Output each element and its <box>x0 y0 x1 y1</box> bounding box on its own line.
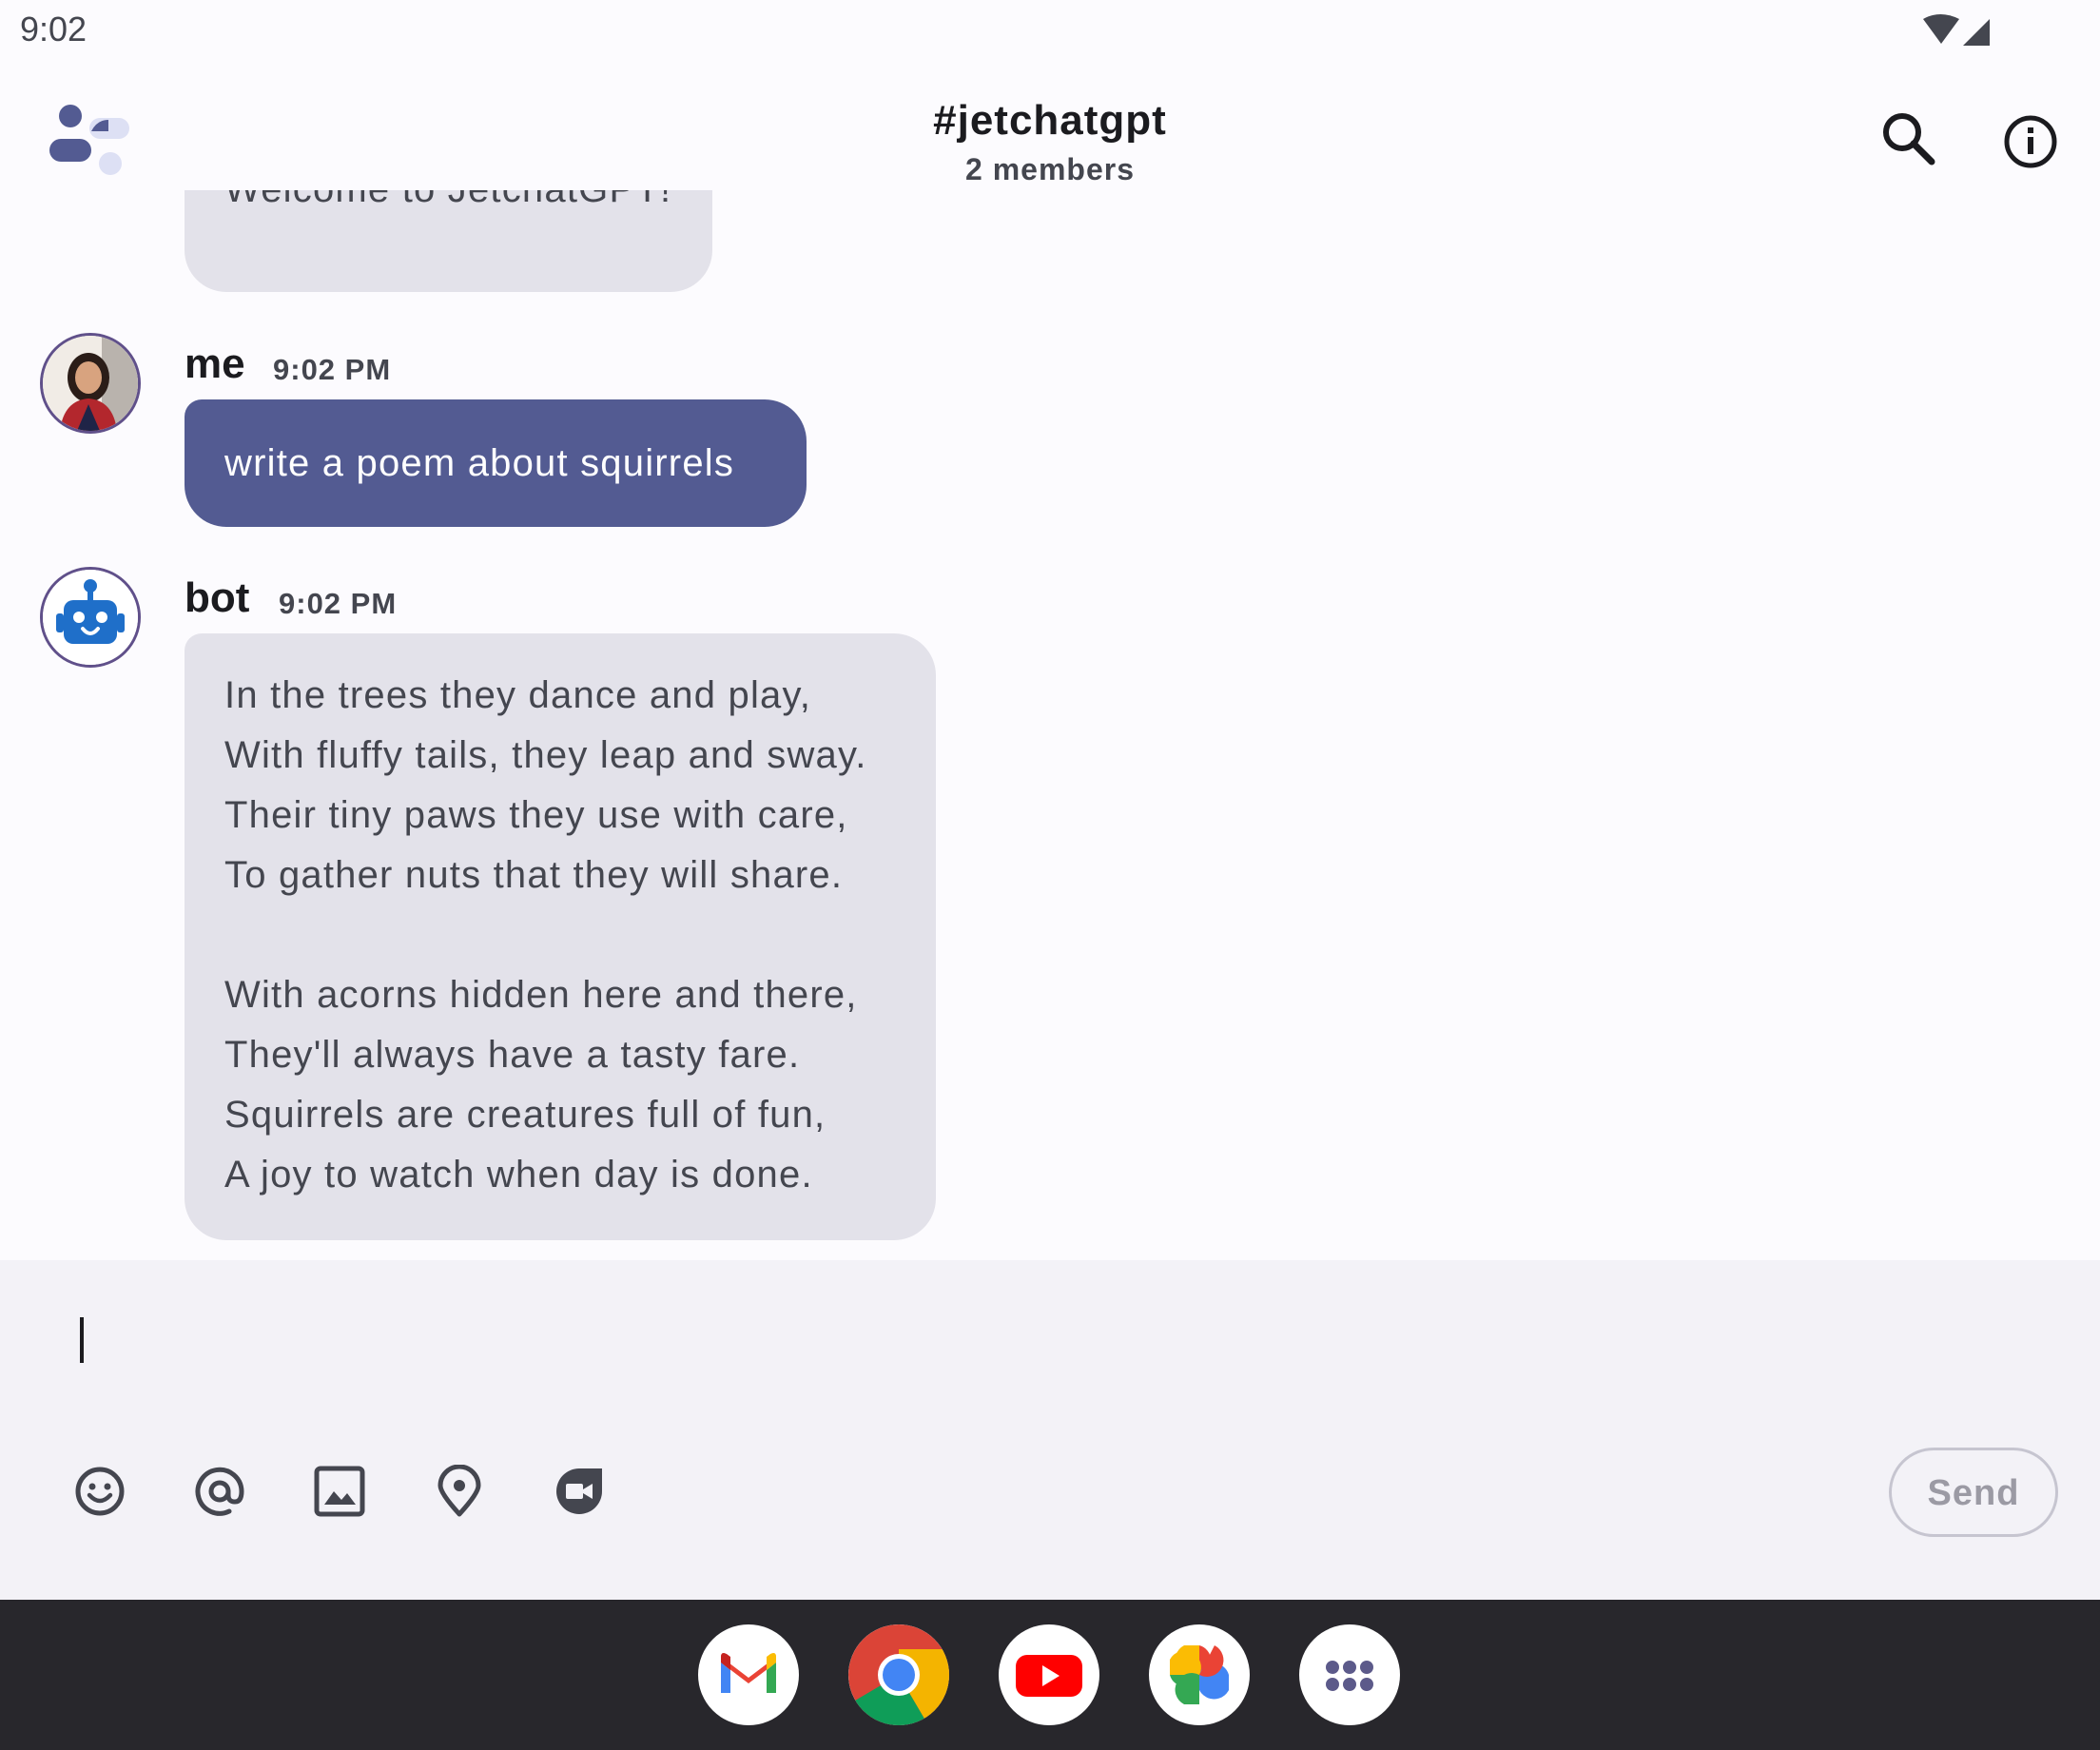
search-icon[interactable] <box>1878 108 1937 167</box>
my-message-text: write a poem about squirrels <box>224 442 735 484</box>
my-author-name: me <box>185 340 245 387</box>
youtube-icon[interactable] <box>999 1624 1099 1725</box>
my-message-time: 9:02 PM <box>273 353 392 386</box>
poem-line: They'll always have a tasty fare. <box>224 1034 801 1076</box>
photos-icon[interactable] <box>1149 1624 1250 1725</box>
status-icons <box>1923 14 1990 46</box>
signal-icon <box>1963 19 1990 46</box>
message-input-field[interactable] <box>0 1260 2100 1600</box>
chrome-icon[interactable] <box>848 1624 949 1725</box>
poem-line: To gather nuts that they will share. <box>224 854 844 896</box>
channel-members-count: 2 members <box>965 152 1135 186</box>
image-icon[interactable] <box>313 1465 366 1518</box>
app-drawer-icon[interactable] <box>1299 1624 1400 1725</box>
poem-line: A joy to watch when day is done. <box>224 1154 813 1196</box>
wifi-icon <box>1923 14 1959 44</box>
poem-stanza-break <box>224 905 896 965</box>
user-photo <box>43 336 138 431</box>
my-message-bubble: write a poem about squirrels <box>185 399 807 527</box>
bot-avatar[interactable] <box>40 567 141 668</box>
my-avatar[interactable] <box>40 333 141 434</box>
location-icon[interactable] <box>433 1465 486 1518</box>
video-icon[interactable] <box>553 1465 606 1518</box>
poem-line: Their tiny paws they use with care, <box>224 794 848 836</box>
welcome-message-text: Welcome to JetchatGPT! <box>224 190 671 210</box>
channel-title: #jetchatgpt <box>933 97 1167 144</box>
gmail-icon[interactable] <box>698 1624 799 1725</box>
bot-message-bubble: In the trees they dance and play, With f… <box>185 633 936 1240</box>
robot-icon <box>43 570 138 665</box>
bot-author-name: bot <box>185 574 250 621</box>
poem-line: In the trees they dance and play, <box>224 674 812 716</box>
poem-line: With fluffy tails, they leap and sway. <box>224 734 867 776</box>
info-icon[interactable] <box>1997 108 2064 175</box>
text-cursor <box>80 1317 84 1363</box>
mention-icon[interactable] <box>193 1465 246 1518</box>
poem-line: Squirrels are creatures full of fun, <box>224 1094 826 1136</box>
bot-message-time: 9:02 PM <box>279 587 398 620</box>
poem-line: With acorns hidden here and there, <box>224 974 858 1016</box>
welcome-message-bubble: Welcome to JetchatGPT! <box>185 190 712 292</box>
emoji-icon[interactable] <box>73 1465 126 1518</box>
send-button[interactable]: Send <box>1889 1448 2058 1537</box>
status-time: 9:02 <box>20 10 88 49</box>
